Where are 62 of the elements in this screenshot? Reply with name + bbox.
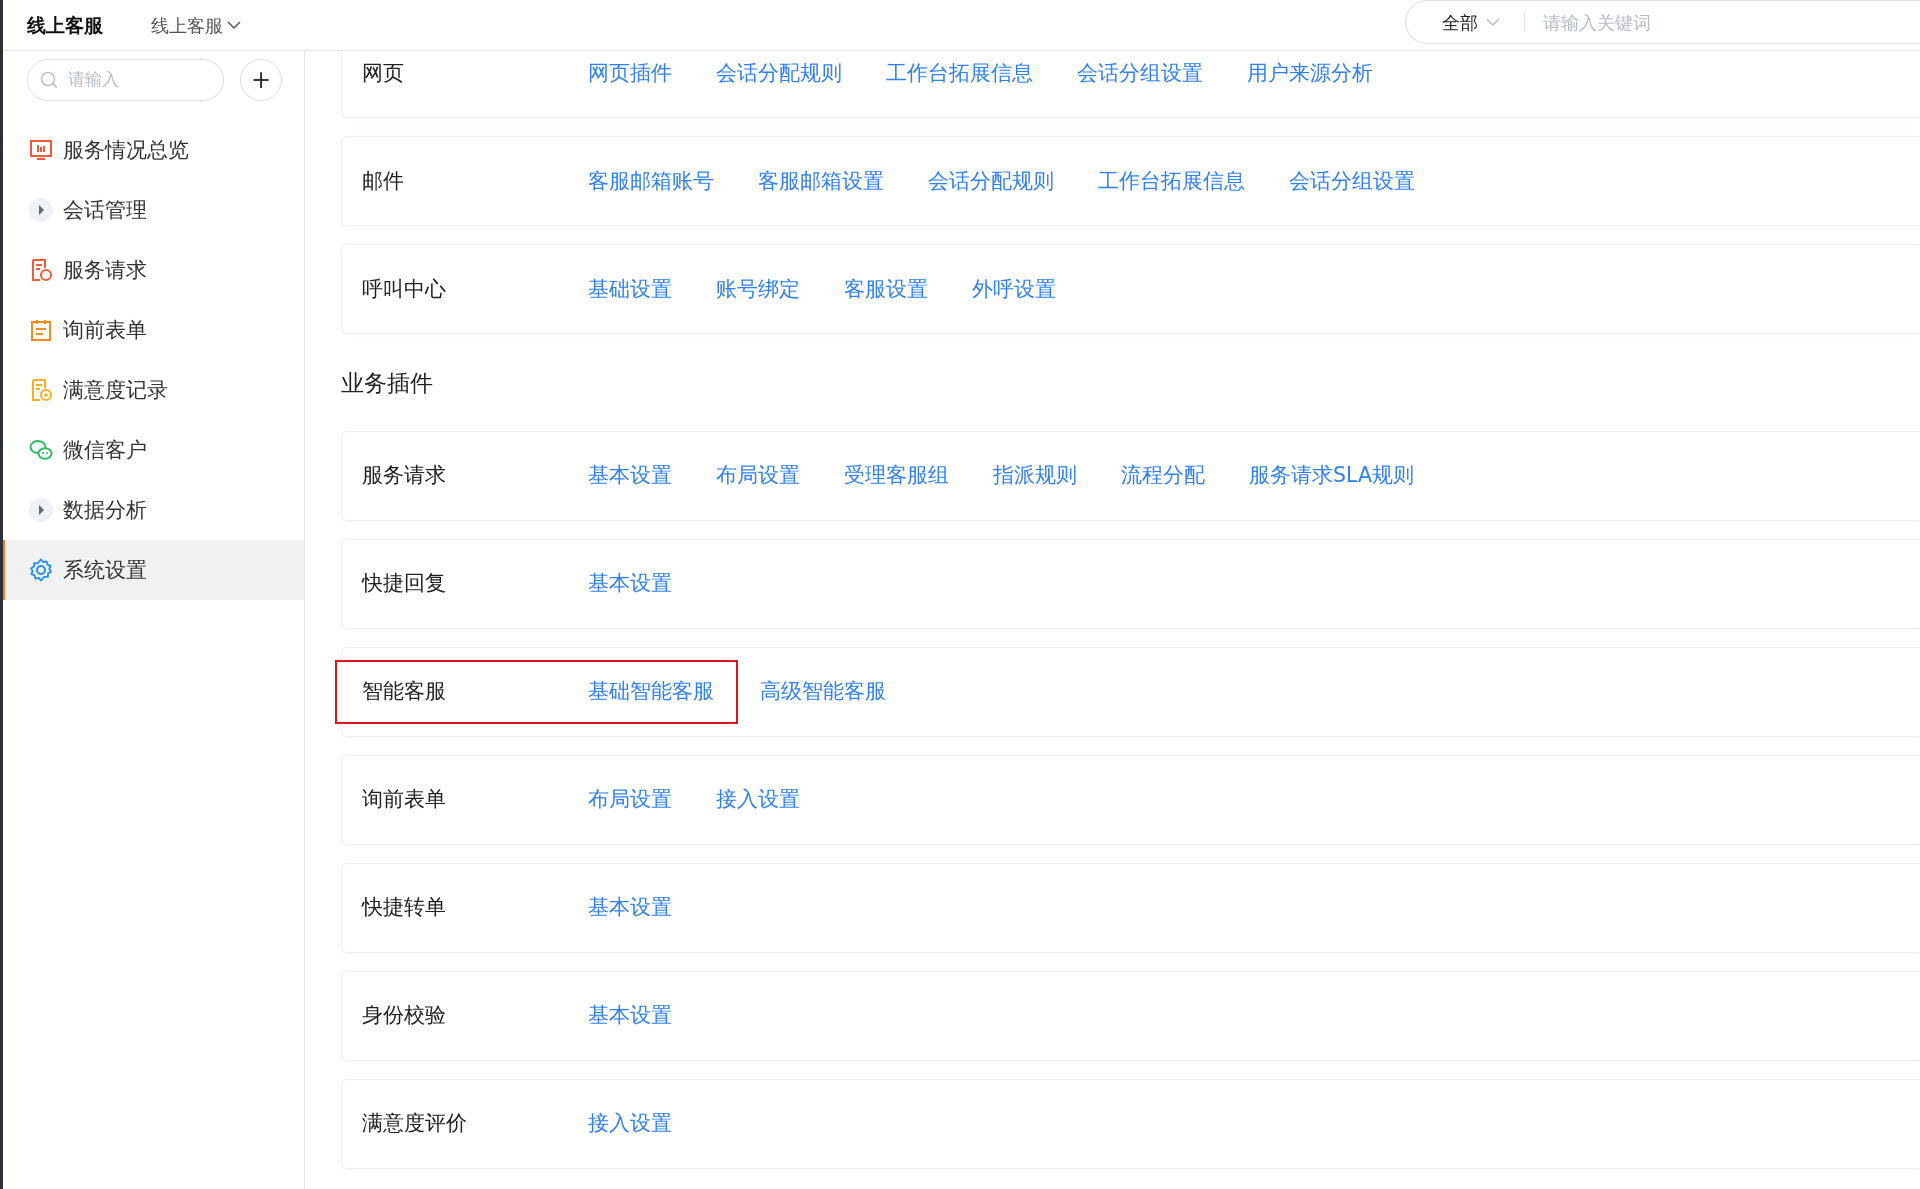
row-label: 询前表单 [362,786,447,814]
scope-dropdown[interactable]: 全部 [1442,8,1500,36]
settings-link[interactable]: 指派规则 [993,460,1077,491]
settings-link[interactable]: 基本设置 [588,1000,672,1031]
sidebar-item[interactable]: 系统设置 [3,540,304,600]
row-label: 服务请求 [362,462,447,490]
row-label: 满意度评价 [362,1110,468,1138]
sidebar-item[interactable]: 服务请求 [3,240,304,300]
settings-link[interactable]: 基本设置 [588,892,672,923]
settings-icon [29,558,53,582]
settings-link[interactable]: 网页插件 [588,57,672,89]
chevron-down-icon [1486,17,1500,27]
settings-link[interactable]: 会话分组设置 [1077,57,1203,89]
row-label: 快捷转单 [362,894,447,922]
row-label: 智能客服 [362,678,447,706]
document-star-icon [29,378,53,402]
monitor-chart-icon [29,138,53,162]
settings-link[interactable]: 基础智能客服 [588,676,714,707]
add-button[interactable]: + [240,59,282,101]
app-title: 线上客服 [27,12,103,38]
settings-link[interactable]: 客服邮箱账号 [588,165,714,197]
settings-link[interactable]: 布局设置 [716,460,800,491]
chevron-down-icon [227,20,241,30]
settings-link[interactable]: 接入设置 [716,784,800,815]
row-label: 网页 [362,59,405,87]
settings-link[interactable]: 工作台拓展信息 [1098,165,1245,197]
settings-link[interactable]: 外呼设置 [972,273,1056,305]
row-label: 邮件 [362,167,405,195]
settings-link[interactable]: 客服设置 [844,273,928,305]
settings-link[interactable]: 基本设置 [588,568,672,599]
sidebar-item[interactable]: 服务情况总览 [3,120,304,180]
document-coin-icon [29,258,53,282]
row-label: 呼叫中心 [362,275,447,303]
keyword-input[interactable]: 请输入关键词 [1541,7,1920,37]
settings-link[interactable]: 受理客服组 [844,460,949,491]
sidebar-item[interactable]: 满意度记录 [3,360,304,420]
settings-link[interactable]: 会话分组设置 [1289,165,1415,197]
sidebar-item[interactable]: 微信客户 [3,420,304,480]
sidebar-item[interactable]: 会话管理 [3,180,304,240]
settings-link[interactable]: 服务请求SLA规则 [1249,460,1414,491]
section-title: 业务插件 [341,369,434,398]
settings-link[interactable]: 用户来源分析 [1247,57,1373,89]
sidebar-item[interactable]: 询前表单 [3,300,304,360]
search-icon [40,71,58,89]
form-icon [29,318,53,342]
settings-link[interactable]: 账号绑定 [716,273,800,305]
settings-link[interactable]: 高级智能客服 [760,676,886,707]
chat-bubbles-icon [29,438,53,462]
settings-link[interactable]: 接入设置 [588,1108,672,1139]
settings-link[interactable]: 基础设置 [588,273,672,305]
settings-link[interactable]: 客服邮箱设置 [758,165,884,197]
product-switcher[interactable]: 线上客服 [151,11,241,39]
sidebar-item[interactable]: 数据分析 [3,480,304,540]
settings-link[interactable]: 工作台拓展信息 [886,57,1033,89]
row-label: 快捷回复 [362,570,447,598]
settings-link[interactable]: 会话分配规则 [928,165,1054,197]
settings-link[interactable]: 流程分配 [1121,460,1205,491]
row-label: 身份校验 [362,1002,447,1030]
settings-link[interactable]: 布局设置 [588,784,672,815]
settings-link[interactable]: 会话分配规则 [716,57,842,89]
search-input[interactable]: 请输入 [66,66,196,94]
settings-link[interactable]: 基本设置 [588,460,672,491]
